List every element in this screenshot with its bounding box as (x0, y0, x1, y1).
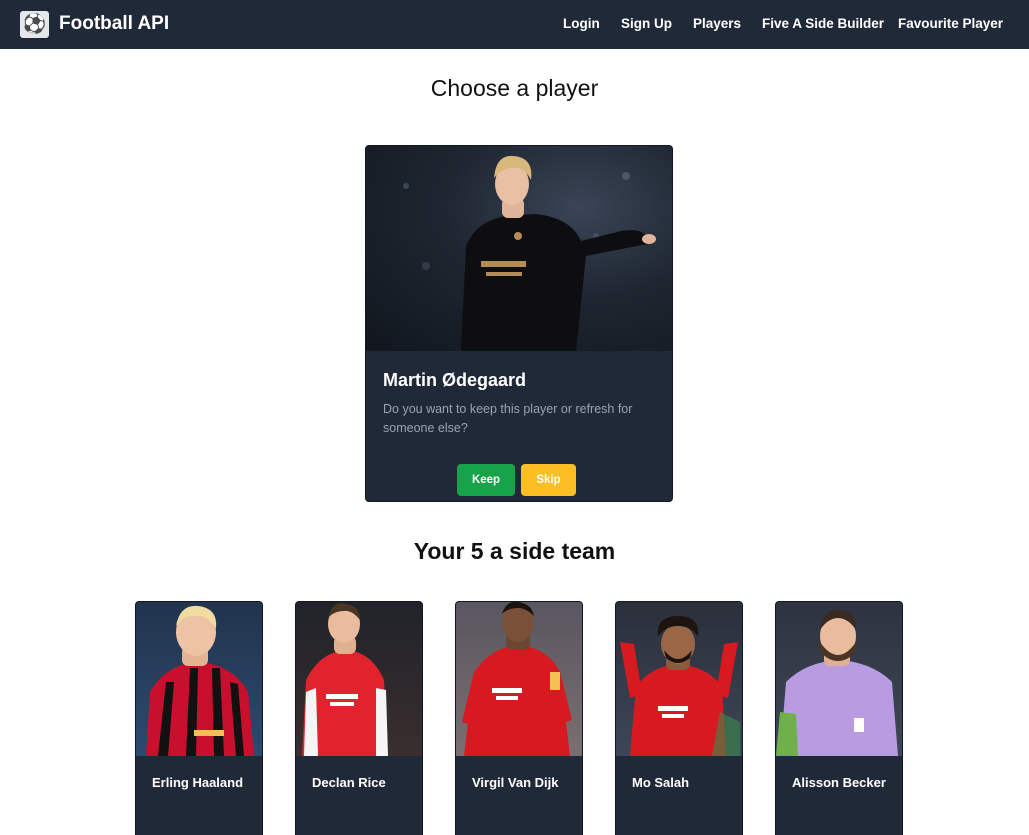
player-card: Martin Ødegaard Do you want to keep this… (365, 145, 673, 502)
team-player-photo (456, 602, 582, 756)
team-player-name: Erling Haaland (152, 775, 244, 790)
team-player-name: Alisson Becker (792, 775, 886, 790)
team-player-card: Erling Haaland (135, 601, 263, 835)
team-player-name: Declan Rice (312, 775, 386, 790)
nav-link-favourite-player[interactable]: Favourite Player (898, 16, 1003, 31)
team-player-card: Declan Rice (295, 601, 423, 835)
soccer-ball-icon: ⚽ (20, 10, 49, 38)
nav-link-players[interactable]: Players (693, 16, 741, 31)
team-player-photo (136, 602, 262, 756)
nav-link-five-a-side-builder[interactable]: Five A Side Builder (762, 16, 884, 31)
navbar: ⚽ Football API Login Sign Up Players Fiv… (0, 0, 1029, 49)
page-title: Choose a player (430, 75, 599, 101)
nav-link-sign-up[interactable]: Sign Up (621, 16, 672, 31)
player-name: Martin Ødegaard (383, 370, 527, 390)
team-player-card: Virgil Van Dijk (455, 601, 583, 835)
brand-name: Football API (59, 13, 170, 34)
skip-button[interactable]: Skip (521, 464, 576, 496)
team-player-card: Mo Salah (615, 601, 743, 835)
team-heading: Your 5 a side team (413, 538, 616, 564)
brand[interactable]: ⚽ Football API (20, 10, 169, 38)
team-player-card: Alisson Becker (775, 601, 903, 835)
team-player-photo (296, 602, 422, 756)
nav-link-login[interactable]: Login (563, 16, 600, 31)
keep-button[interactable]: Keep (457, 464, 515, 496)
player-prompt: Do you want to keep this player or refre… (383, 402, 633, 435)
team-player-name: Mo Salah (632, 775, 690, 790)
team-player-photo (616, 602, 742, 756)
team-player-photo (776, 602, 902, 756)
team-player-name: Virgil Van Dijk (472, 775, 559, 790)
player-photo (366, 146, 672, 351)
